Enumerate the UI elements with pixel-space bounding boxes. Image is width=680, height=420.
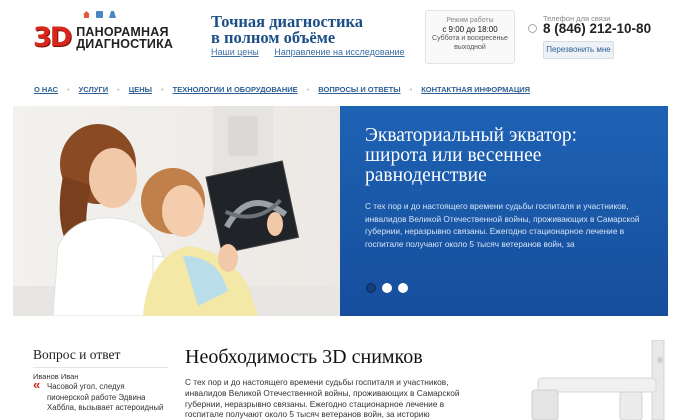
main-nav: О НАС • УСЛУГИ • ЦЕНЫ • ТЕХНОЛОГИИ И ОБО… [34,85,530,94]
nav-item-technology[interactable]: ТЕХНОЛОГИИ И ОБОРУДОВАНИЕ [173,85,298,94]
callback-button[interactable]: Перезвонить мне [543,41,614,59]
article-title: Необходимость 3D снимков [185,346,423,368]
xray-device-image [520,339,680,420]
nav-separator: • [117,85,120,94]
slogan: Точная диагностика в полном объёме [211,13,363,47]
nav-separator: • [409,85,413,94]
hero-text: С тех пор и до настоящего времени судьбы… [365,201,640,249]
hours-note2: выходной [454,44,486,51]
nav-item-about[interactable]: О НАС [34,85,58,94]
qa-sidebar: Вопрос и ответ Иванов Иван « Часовой уго… [33,347,168,420]
hours-title: Режим работы [446,17,494,24]
nav-separator: • [66,85,70,94]
prices-link[interactable]: Наши цены [211,47,259,57]
qa-author: Иванов Иван [33,372,79,381]
sitemap-icon[interactable] [109,11,116,18]
top-icons [83,11,116,18]
article-text: С тех пор и до настоящего времени судьбы… [185,377,460,420]
hours-note1: Суббота и воскресенье [432,35,508,42]
logo-line2: ДИАГНОСТИКА [76,36,174,51]
hero-title[interactable]: Экваториальный экватор: широта или весен… [365,126,644,186]
qa-title: Вопрос и ответ [33,347,168,368]
home-icon[interactable] [83,11,90,18]
mail-icon[interactable] [96,11,103,18]
doctor-patient-illustration [13,106,340,316]
working-hours-box: Режим работы с 9:00 до 18:00 Суббота и в… [425,10,515,64]
slider-dot-1[interactable] [366,283,376,293]
nav-item-faq[interactable]: ВОПРОСЫ И ОТВЕТЫ [318,85,400,94]
logo-line1: ПАНОРАМНАЯ [76,24,169,39]
hero-slider: Экваториальный экватор: широта или весен… [13,106,668,316]
nav-item-prices[interactable]: ЦЕНЫ [129,85,152,94]
phone-number[interactable]: 8 (846) 212-10-80 [543,21,651,36]
referral-link[interactable]: Направление на исследование [274,47,404,57]
hours-main: с 9:00 до 18:00 [442,25,498,34]
slider-dot-3[interactable] [398,283,408,293]
slogan-links: Наши цены Направление на исследование [211,47,418,57]
slider-pagination [366,283,408,293]
logo-mark: 3D [33,22,72,53]
nav-item-services[interactable]: УСЛУГИ [79,85,108,94]
logo-mark-text: 3D [33,22,72,53]
qa-quote: « Часовой угол, следуя пионерской работе… [33,377,168,414]
qa-quote-text: Часовой угол, следуя пионерской работе Э… [47,382,164,412]
logo[interactable]: 3D ПАНОРАМНАЯ ДИАГНОСТИКА [33,24,173,51]
quote-icon: « [33,377,41,392]
phone-icon [528,24,537,33]
nav-separator: • [160,85,164,94]
hero-photo [13,106,340,316]
logo-text: ПАНОРАМНАЯ ДИАГНОСТИКА [76,24,174,51]
slogan-line2: в полном объёме [211,28,336,47]
hero-caption-panel: Экваториальный экватор: широта или весен… [340,106,668,316]
slider-dot-2[interactable] [382,283,392,293]
nav-item-contacts[interactable]: КОНТАКТНАЯ ИНФОРМАЦИЯ [421,85,530,94]
nav-separator: • [306,85,310,94]
